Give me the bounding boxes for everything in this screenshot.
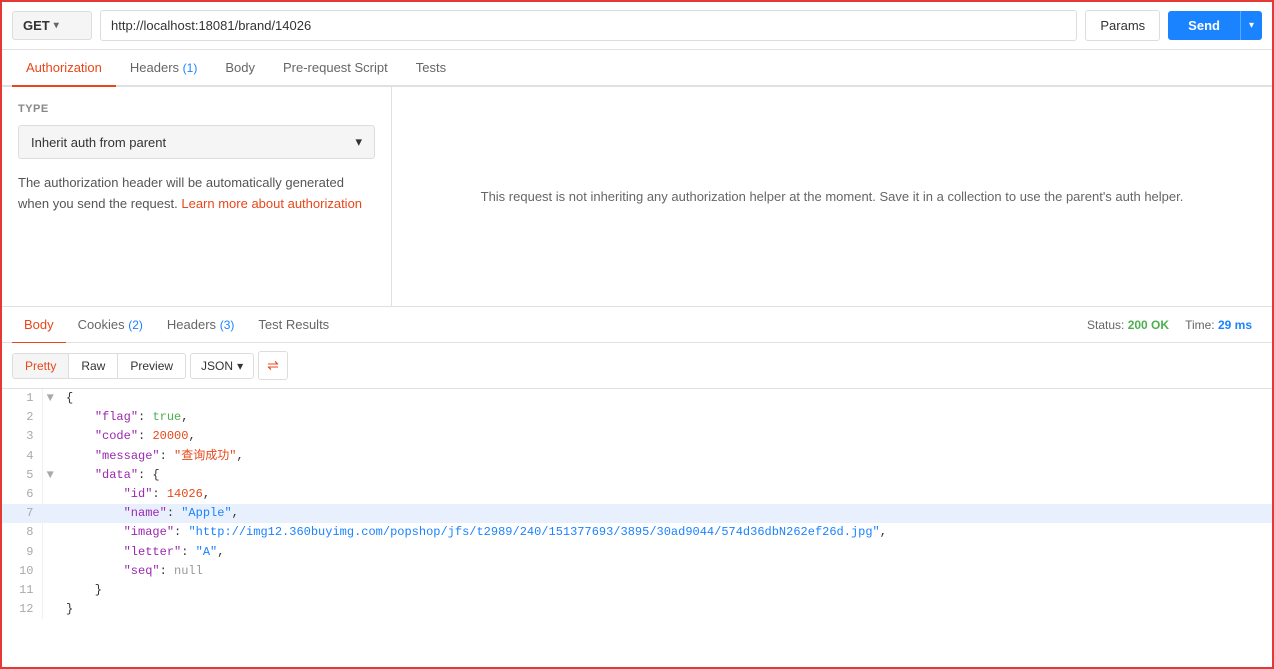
line-number-8: 8 — [2, 523, 42, 542]
cookies-badge: (2) — [128, 318, 143, 332]
line-expand-3[interactable] — [42, 427, 58, 446]
line-content-1: { — [58, 389, 1272, 408]
code-row-2: 2 "flag": true, — [2, 408, 1272, 427]
tab-response-headers[interactable]: Headers (3) — [155, 307, 246, 344]
format-tab-pretty[interactable]: Pretty — [13, 354, 69, 378]
type-label: TYPE — [18, 103, 375, 115]
line-expand-2[interactable] — [42, 408, 58, 427]
auth-learn-link[interactable]: Learn more about authorization — [181, 196, 362, 211]
status-label: Status: 200 OK — [1087, 318, 1169, 332]
line-content-11: } — [58, 581, 1272, 600]
line-number-9: 9 — [2, 543, 42, 562]
response-status: Status: 200 OK Time: 29 ms — [1087, 318, 1262, 332]
format-tab-preview[interactable]: Preview — [118, 354, 185, 378]
tab-response-body[interactable]: Body — [12, 307, 66, 344]
tab-test-results[interactable]: Test Results — [246, 307, 341, 344]
line-number-12: 12 — [2, 600, 42, 619]
params-button[interactable]: Params — [1085, 10, 1160, 41]
line-number-10: 10 — [2, 562, 42, 581]
line-expand-5[interactable]: ▼ — [42, 466, 58, 485]
auth-right: This request is not inheriting any autho… — [392, 87, 1272, 306]
code-row-1: 1 ▼ { — [2, 389, 1272, 408]
time-label: Time: 29 ms — [1185, 318, 1252, 332]
response-tab-bar: Body Cookies (2) Headers (3) Test Result… — [2, 307, 1272, 343]
status-value: 200 OK — [1128, 318, 1169, 332]
line-number-5: 5 — [2, 466, 42, 485]
tab-response-cookies[interactable]: Cookies (2) — [66, 307, 155, 344]
tab-tests[interactable]: Tests — [402, 50, 460, 87]
line-content-8: "image": "http://img12.360buyimg.com/pop… — [58, 523, 1272, 542]
line-expand-1[interactable]: ▼ — [42, 389, 58, 408]
code-row-5: 5 ▼ "data": { — [2, 466, 1272, 485]
line-number-7: 7 — [2, 504, 42, 523]
auth-description: The authorization header will be automat… — [18, 173, 375, 215]
line-expand-11[interactable] — [42, 581, 58, 600]
code-row-11: 11 } — [2, 581, 1272, 600]
line-number-4: 4 — [2, 447, 42, 466]
auth-type-select[interactable]: Inherit auth from parent ▾ — [18, 125, 375, 159]
code-row-12: 12 } — [2, 600, 1272, 619]
line-number-2: 2 — [2, 408, 42, 427]
auth-left: TYPE Inherit auth from parent ▾ The auth… — [2, 87, 392, 306]
tab-body[interactable]: Body — [211, 50, 269, 87]
line-content-3: "code": 20000, — [58, 427, 1272, 446]
line-expand-7[interactable] — [42, 504, 58, 523]
line-content-7: "name": "Apple", — [58, 504, 1272, 523]
line-number-3: 3 — [2, 427, 42, 446]
url-input[interactable] — [100, 10, 1077, 41]
line-number-1: 1 — [2, 389, 42, 408]
code-row-6: 6 "id": 14026, — [2, 485, 1272, 504]
format-bar: Pretty Raw Preview JSON ▾ ⇌ — [2, 343, 1272, 389]
code-row-9: 9 "letter": "A", — [2, 543, 1272, 562]
line-content-10: "seq": null — [58, 562, 1272, 581]
line-number-6: 6 — [2, 485, 42, 504]
time-value: 29 ms — [1218, 318, 1252, 332]
response-headers-badge: (3) — [220, 318, 235, 332]
line-expand-8[interactable] — [42, 523, 58, 542]
method-select[interactable]: GET ▾ — [12, 11, 92, 40]
line-expand-12[interactable] — [42, 600, 58, 619]
json-chevron-icon: ▾ — [237, 359, 243, 373]
auth-type-chevron-icon: ▾ — [355, 134, 362, 150]
line-content-12: } — [58, 600, 1272, 619]
method-chevron-icon: ▾ — [54, 20, 59, 31]
headers-badge: (1) — [183, 61, 198, 75]
code-viewer[interactable]: 1 ▼ { 2 "flag": true, 3 "code": 20000, 4… — [2, 389, 1272, 667]
tab-prerequest[interactable]: Pre-request Script — [269, 50, 402, 87]
line-content-9: "letter": "A", — [58, 543, 1272, 562]
tab-headers[interactable]: Headers (1) — [116, 50, 211, 87]
line-content-4: "message": "查询成功", — [58, 447, 1272, 466]
code-row-10: 10 "seq": null — [2, 562, 1272, 581]
line-expand-6[interactable] — [42, 485, 58, 504]
json-type-select[interactable]: JSON ▾ — [190, 353, 254, 379]
top-bar: GET ▾ Params Send ▾ — [2, 2, 1272, 50]
code-row-3: 3 "code": 20000, — [2, 427, 1272, 446]
send-button[interactable]: Send — [1168, 11, 1240, 40]
line-expand-9[interactable] — [42, 543, 58, 562]
line-number-11: 11 — [2, 581, 42, 600]
json-type-label: JSON — [201, 359, 233, 373]
format-tab-group: Pretty Raw Preview — [12, 353, 186, 379]
auth-type-value: Inherit auth from parent — [31, 135, 166, 150]
line-content-6: "id": 14026, — [58, 485, 1272, 504]
code-table: 1 ▼ { 2 "flag": true, 3 "code": 20000, 4… — [2, 389, 1272, 619]
send-btn-group: Send ▾ — [1168, 11, 1262, 40]
auth-panel: TYPE Inherit auth from parent ▾ The auth… — [2, 87, 1272, 307]
format-tab-raw[interactable]: Raw — [69, 354, 118, 378]
tab-authorization[interactable]: Authorization — [12, 50, 116, 87]
request-tab-bar: Authorization Headers (1) Body Pre-reque… — [2, 50, 1272, 87]
line-content-2: "flag": true, — [58, 408, 1272, 427]
send-dropdown-button[interactable]: ▾ — [1240, 11, 1262, 40]
line-expand-10[interactable] — [42, 562, 58, 581]
line-content-5: "data": { — [58, 466, 1272, 485]
code-row-7: 7 "name": "Apple", — [2, 504, 1272, 523]
method-label: GET — [23, 18, 50, 33]
code-row-4: 4 "message": "查询成功", — [2, 447, 1272, 466]
code-row-8: 8 "image": "http://img12.360buyimg.com/p… — [2, 523, 1272, 542]
line-expand-4[interactable] — [42, 447, 58, 466]
wrap-button[interactable]: ⇌ — [258, 351, 288, 380]
